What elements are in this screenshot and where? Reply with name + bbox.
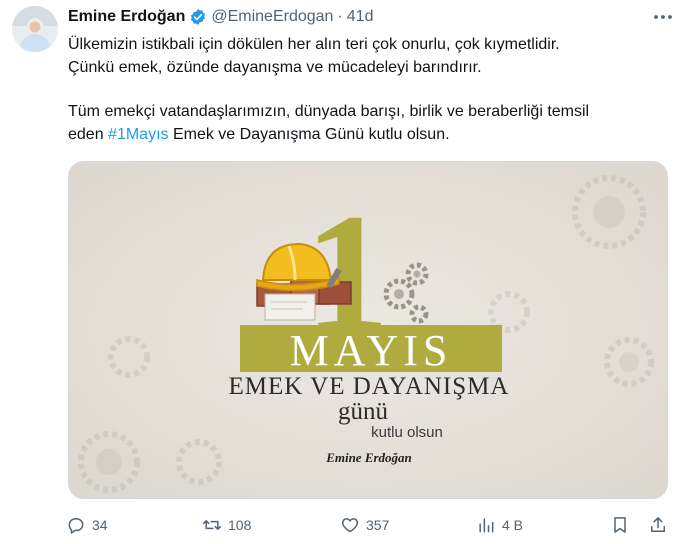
tweet-media-image[interactable]: 1 MAYIS EMEK VE DAYANIŞMA günü kutlu ols…: [68, 161, 668, 499]
tweet-text: Ülkemizin istikbali için dökülen her alı…: [68, 34, 668, 146]
tweet-text-prefix: eden: [68, 125, 109, 143]
retweet-button[interactable]: 108: [202, 512, 251, 538]
tweet-text-line-2: Çünkü emek, özünde dayanışma ve mücadele…: [68, 58, 482, 76]
views-chart-icon: [479, 518, 494, 533]
views-button[interactable]: 4 B: [476, 512, 523, 538]
poster-month: MAYIS: [290, 326, 453, 375]
poster-wish: kutlu olsun: [371, 424, 443, 441]
like-count: 357: [366, 517, 390, 533]
avatar[interactable]: [12, 6, 58, 52]
tweet-paragraph-2: Tüm emekçi vatandaşlarımızın, dünyada ba…: [68, 101, 668, 146]
hashtag-link[interactable]: #1Mayıs: [108, 126, 168, 143]
heart-icon: [341, 518, 359, 533]
bookmark-button[interactable]: [610, 512, 636, 538]
avatar-image: [12, 6, 58, 52]
reply-button[interactable]: 34: [66, 512, 108, 538]
poster-day-word: günü: [338, 398, 389, 425]
tweet-text-line-3: Tüm emekçi vatandaşlarımızın, dünyada ba…: [68, 103, 590, 120]
verified-badge-icon: [191, 9, 206, 25]
tweet-header: Emine Erdoğan @EmineErdogan · 41d: [68, 6, 373, 28]
bookmark-icon: [614, 517, 626, 533]
may-day-poster: 1 MAYIS EMEK VE DAYANIŞMA günü kutlu ols…: [69, 162, 667, 498]
tweet-time[interactable]: 41d: [347, 8, 374, 26]
share-icon: [651, 517, 665, 532]
views-count: 4 B: [502, 517, 524, 533]
like-button[interactable]: 357: [340, 512, 389, 538]
tweet-actions: 34 108 357 4 B: [66, 512, 670, 538]
poster-subtitle: EMEK VE DAYANIŞMA: [229, 373, 510, 400]
separator-dot: ·: [337, 8, 343, 25]
author-name[interactable]: Emine Erdoğan: [68, 8, 185, 26]
tweet-text-line-1: Ülkemizin istikbali için dökülen her alı…: [68, 36, 560, 53]
share-button[interactable]: [648, 512, 674, 538]
reply-icon: [68, 518, 84, 534]
retweet-count: 108: [228, 517, 252, 533]
author-handle[interactable]: @EmineErdogan: [211, 8, 333, 26]
tweet-text-suffix: Emek ve Dayanışma Günü kutlu olsun.: [168, 125, 450, 143]
more-options-icon[interactable]: [652, 8, 674, 26]
reply-count: 34: [92, 517, 108, 533]
tweet-paragraph-1: Ülkemizin istikbali için dökülen her alı…: [68, 34, 668, 79]
poster-signature: Emine Erdoğan: [325, 450, 412, 465]
retweet-icon: [202, 520, 222, 530]
